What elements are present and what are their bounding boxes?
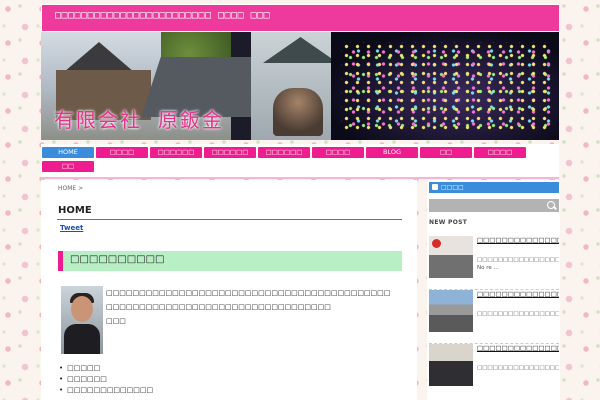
- sidebar-search-input[interactable]: [429, 199, 559, 212]
- greeting-heading: □□□□□□□□□□: [70, 254, 165, 265]
- rss-icon: [432, 184, 438, 190]
- breadcrumb-home[interactable]: HOME: [58, 185, 76, 192]
- greeting-heading-box: □□□□□□□□□□: [58, 251, 402, 271]
- post-title-link[interactable]: □□□□□□□□□□□□□□□□□□□□□□: [477, 290, 559, 299]
- breadcrumb: HOME >: [58, 185, 84, 192]
- post-excerpt: □□□□□□□□□□□□□□□□□□□□□□□□□□□□□□□□□□□□□□□□: [477, 365, 559, 371]
- nav-blog[interactable]: BLOG: [366, 147, 418, 158]
- hero-banner: 有限会社 原鈑金: [41, 32, 559, 140]
- site-header-bar: □□□□□□□□□□□□□□□□□□□□□□□□ □□□□ □□□: [41, 4, 560, 32]
- search-icon[interactable]: [547, 201, 555, 209]
- sidebar-post[interactable]: □□□□□□□□□□□□□□□□□□□□□□□ □□□□□□□□□□□□□□□□…: [429, 236, 559, 290]
- nav-item-9[interactable]: □□□□: [474, 147, 526, 158]
- list-item: □□□□□□: [59, 375, 107, 383]
- nav-home[interactable]: HOME: [42, 147, 94, 158]
- page-wrapper: □□□□□□□□□□□□□□□□□□□□□□□□ □□□□ □□□ 有限会社 原鈑…: [40, 4, 560, 400]
- nav-divider: [41, 177, 559, 179]
- nav-item-6[interactable]: □□□□: [312, 147, 364, 158]
- nav-item-2[interactable]: □□□□: [96, 147, 148, 158]
- sidebar-post[interactable]: □□□□□□□□□□□□□□□□□□□□□□ □□□□□□□□□□□□□□□□□…: [429, 290, 559, 344]
- list-item: □□□□□□□□□□□□□: [59, 386, 153, 394]
- main-navigation: HOME □□□□ □□□□□□ □□□□□□ □□□□□□ □□□□ BLOG…: [41, 144, 559, 178]
- post-title-link[interactable]: □□□□□□□□□□□□□□□□□□□□□□□□□□: [477, 344, 559, 361]
- nav-item-4[interactable]: □□□□□□: [204, 147, 256, 158]
- list-item: □□□□□: [59, 364, 100, 372]
- company-logo-text: 有限会社 原鈑金: [54, 108, 224, 132]
- main-content: HOME > HOME Tweet □□□□□□□□□□ □□□□□□□□□□□…: [41, 180, 417, 400]
- nav-item-3[interactable]: □□□□□□: [150, 147, 202, 158]
- intro-text: □□□□□□□□□□□□□□□□□□□□□□□□□□□□□□□□□□□□□□□□…: [106, 289, 391, 325]
- post-title-link[interactable]: □□□□□□□□□□□□□□□□□□□□□□□: [477, 236, 559, 245]
- post-thumbnail[interactable]: [429, 290, 473, 332]
- nav-item-10[interactable]: □□: [42, 161, 94, 172]
- president-photo: [61, 286, 103, 354]
- title-underline: [57, 219, 402, 220]
- rss-subscribe-button[interactable]: □□□□: [429, 182, 559, 193]
- page-title: HOME: [58, 205, 92, 216]
- sidebar-post[interactable]: □□□□□□□□□□□□□□□□□□□□□□□□□□ □□□□□□□□□□□□□…: [429, 344, 559, 390]
- post-excerpt: □□□□□□□□□□□□□□□□□□□□□□□□□□□□□□□□□□□□□□□□: [477, 311, 559, 317]
- tweet-button[interactable]: Tweet: [60, 224, 83, 232]
- post-thumbnail[interactable]: [429, 344, 473, 386]
- nav-item-8[interactable]: □□: [420, 147, 472, 158]
- post-excerpt: □□□□□□□□□□□□□□□□□□□□□□□□□□□□□□□□□□ No re…: [477, 257, 559, 271]
- new-post-heading: NEW POST: [429, 219, 468, 226]
- sidebar: □□□□ NEW POST □□□□□□□□□□□□□ □□□□□□□□□□ □□…: [427, 180, 560, 400]
- hero-photo-worker: [273, 88, 323, 136]
- nav-item-5[interactable]: □□□□□□: [258, 147, 310, 158]
- site-title[interactable]: □□□□□□□□□□□□□□□□□□□□□□□□ □□□□ □□□: [55, 10, 270, 21]
- post-thumbnail[interactable]: [429, 236, 473, 278]
